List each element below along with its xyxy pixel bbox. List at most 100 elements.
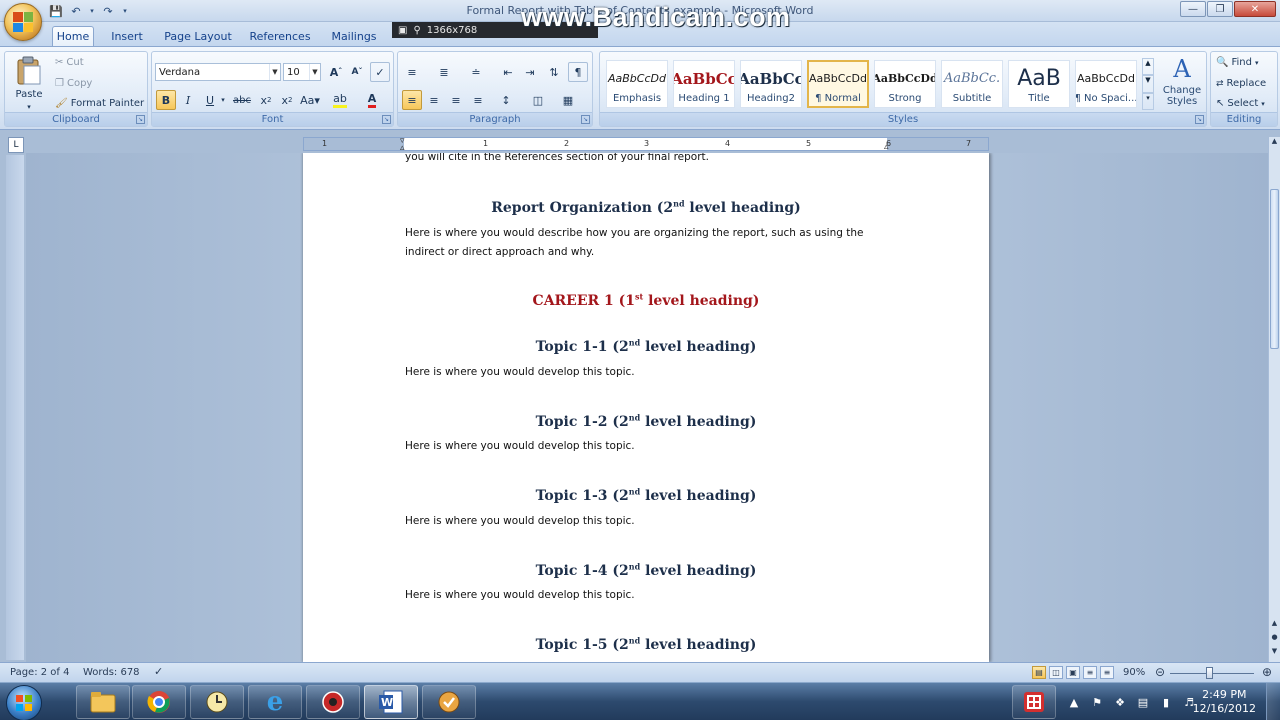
font-launcher-icon[interactable]: ↘ — [382, 115, 391, 124]
font-family-dropdown-icon[interactable]: ▼ — [269, 64, 280, 80]
styles-scroll-down-icon[interactable]: ▼ — [1142, 75, 1154, 93]
taskbar-app[interactable] — [422, 685, 476, 719]
select-button[interactable]: ↖ Select ▾ — [1216, 98, 1265, 109]
outline-view-icon[interactable]: ≡ — [1083, 666, 1097, 679]
multilevel-list-icon[interactable]: ≐ — [466, 62, 486, 82]
close-button[interactable]: ✕ — [1234, 1, 1276, 17]
select-dropdown-icon[interactable]: ▾ — [1261, 100, 1265, 108]
replace-button[interactable]: ⇄ Replace — [1216, 78, 1266, 89]
show-hidden-icons-icon[interactable]: ▲ — [1067, 695, 1081, 709]
change-case-icon[interactable]: Aa▾ — [300, 90, 320, 110]
taskbar-tray-app[interactable] — [1012, 685, 1056, 719]
taskbar-internet-explorer[interactable]: e — [248, 685, 302, 719]
strikethrough-icon[interactable]: abc — [232, 90, 252, 110]
style-title[interactable]: AaB Title — [1008, 60, 1070, 108]
paste-button[interactable]: Paste ▾ — [11, 56, 47, 111]
clipboard-launcher-icon[interactable]: ↘ — [136, 115, 145, 124]
action-center-icon[interactable]: ⚑ — [1090, 695, 1104, 709]
right-indent-marker[interactable]: ▵ — [884, 143, 889, 152]
taskbar-word[interactable]: W — [364, 685, 418, 719]
find-button[interactable]: 🔍 Find ▾ — [1216, 57, 1258, 68]
restore-button[interactable]: ❐ — [1207, 1, 1233, 17]
tab-home[interactable]: Home — [52, 26, 94, 46]
previous-page-icon[interactable]: ▲ — [1269, 619, 1280, 631]
proofing-icon[interactable]: ✓ — [154, 665, 163, 678]
full-screen-reading-icon[interactable]: ◫ — [1049, 666, 1063, 679]
italic-icon[interactable]: I — [178, 90, 198, 110]
style-emphasis[interactable]: AaBbCcDd Emphasis — [606, 60, 668, 108]
copy-button[interactable]: ❐ Copy — [55, 78, 92, 89]
clear-formatting-icon[interactable]: ✓ — [370, 62, 390, 82]
select-browse-object-icon[interactable]: ● — [1269, 633, 1280, 645]
zoom-in-icon[interactable]: ⊕ — [1262, 665, 1272, 679]
zoom-level[interactable]: 90% — [1123, 667, 1145, 678]
show-desktop-button[interactable] — [1266, 683, 1280, 720]
paste-dropdown-icon[interactable]: ▾ — [27, 103, 31, 111]
styles-scroll-up-icon[interactable]: ▲ — [1142, 58, 1154, 76]
tab-selector[interactable]: L — [8, 137, 24, 153]
style-no-spacing[interactable]: AaBbCcDd ¶ No Spaci... — [1075, 60, 1137, 108]
paragraph-launcher-icon[interactable]: ↘ — [581, 115, 590, 124]
grow-font-icon[interactable]: Aˆ — [326, 62, 346, 82]
taskbar-chrome[interactable] — [132, 685, 186, 719]
word-count[interactable]: Words: 678 — [83, 667, 140, 678]
change-styles-button[interactable]: A Change Styles — [1158, 56, 1206, 107]
find-dropdown-icon[interactable]: ▾ — [1255, 59, 1259, 67]
styles-launcher-icon[interactable]: ↘ — [1195, 115, 1204, 124]
align-center-icon[interactable]: ≡ — [424, 90, 444, 110]
increase-indent-icon[interactable]: ⇥ — [520, 62, 540, 82]
next-page-icon[interactable]: ▼ — [1269, 647, 1280, 659]
zoom-out-icon[interactable]: ⊝ — [1155, 665, 1165, 679]
show-hide-paragraph-icon[interactable]: ¶ — [568, 62, 588, 82]
tray-monitor-icon[interactable]: ▤ — [1136, 695, 1150, 709]
horizontal-ruler[interactable]: 1 1 2 3 4 5 6 7 ▿ ▵ ▵ — [303, 137, 989, 153]
style-heading2[interactable]: AaBbCc Heading2 — [740, 60, 802, 108]
bullets-icon[interactable]: ≡ — [402, 62, 422, 82]
network-icon[interactable]: ▮ — [1159, 695, 1173, 709]
vertical-scrollbar[interactable]: ▲ ▲ ● ▼ — [1268, 137, 1280, 662]
font-color-icon[interactable]: A — [362, 90, 382, 110]
tray-app-icon[interactable]: ❖ — [1113, 695, 1127, 709]
zoom-slider-thumb[interactable] — [1206, 667, 1213, 679]
office-button[interactable] — [4, 3, 42, 41]
underline-icon[interactable]: U — [200, 90, 220, 110]
shrink-font-icon[interactable]: Aˇ — [347, 62, 367, 82]
bold-icon[interactable]: B — [156, 90, 176, 110]
scrollbar-thumb[interactable] — [1270, 189, 1279, 349]
taskbar-clock-app[interactable] — [190, 685, 244, 719]
align-left-icon[interactable]: ≡ — [402, 90, 422, 110]
cut-button[interactable]: ✂ Cut — [55, 57, 84, 68]
borders-icon[interactable]: ▦ — [558, 90, 578, 110]
style-strong[interactable]: AaBbCcDd Strong — [874, 60, 936, 108]
taskbar-bandicam[interactable] — [306, 685, 360, 719]
font-size-dropdown-icon[interactable]: ▼ — [309, 64, 320, 80]
print-layout-view-icon[interactable]: ▤ — [1032, 666, 1046, 679]
style-normal[interactable]: AaBbCcDd ¶ Normal — [807, 60, 869, 108]
start-button[interactable] — [6, 685, 42, 720]
scroll-up-icon[interactable]: ▲ — [1269, 137, 1280, 149]
tab-mailings[interactable]: Mailings — [324, 26, 384, 46]
numbering-icon[interactable]: ≣ — [434, 62, 454, 82]
page-count[interactable]: Page: 2 of 4 — [10, 667, 69, 678]
line-spacing-icon[interactable]: ↕ — [496, 90, 516, 110]
clock[interactable]: 2:49 PM 12/16/2012 — [1193, 688, 1256, 716]
draft-view-icon[interactable]: ≡ — [1100, 666, 1114, 679]
web-layout-icon[interactable]: ▣ — [1066, 666, 1080, 679]
tab-insert[interactable]: Insert — [104, 26, 150, 46]
font-family-combo[interactable]: Verdana ▼ — [155, 63, 281, 81]
highlight-icon[interactable]: ab — [330, 90, 350, 110]
underline-dropdown-icon[interactable]: ▾ — [218, 90, 228, 110]
justify-icon[interactable]: ≡ — [468, 90, 488, 110]
align-right-icon[interactable]: ≡ — [446, 90, 466, 110]
tab-references[interactable]: References — [246, 26, 314, 46]
sort-icon[interactable]: ⇅ — [544, 62, 564, 82]
font-size-combo[interactable]: 10 ▼ — [283, 63, 321, 81]
taskbar-explorer[interactable] — [76, 685, 130, 719]
subscript-icon[interactable]: x2 — [256, 90, 276, 110]
minimize-button[interactable]: — — [1180, 1, 1206, 17]
styles-more-icon[interactable]: ▾ — [1142, 92, 1154, 110]
style-heading-1[interactable]: AaBbCc Heading 1 — [673, 60, 735, 108]
hanging-indent-marker[interactable]: ▵ — [400, 144, 405, 153]
superscript-icon[interactable]: x2 — [277, 90, 297, 110]
tab-page-layout[interactable]: Page Layout — [160, 26, 236, 46]
